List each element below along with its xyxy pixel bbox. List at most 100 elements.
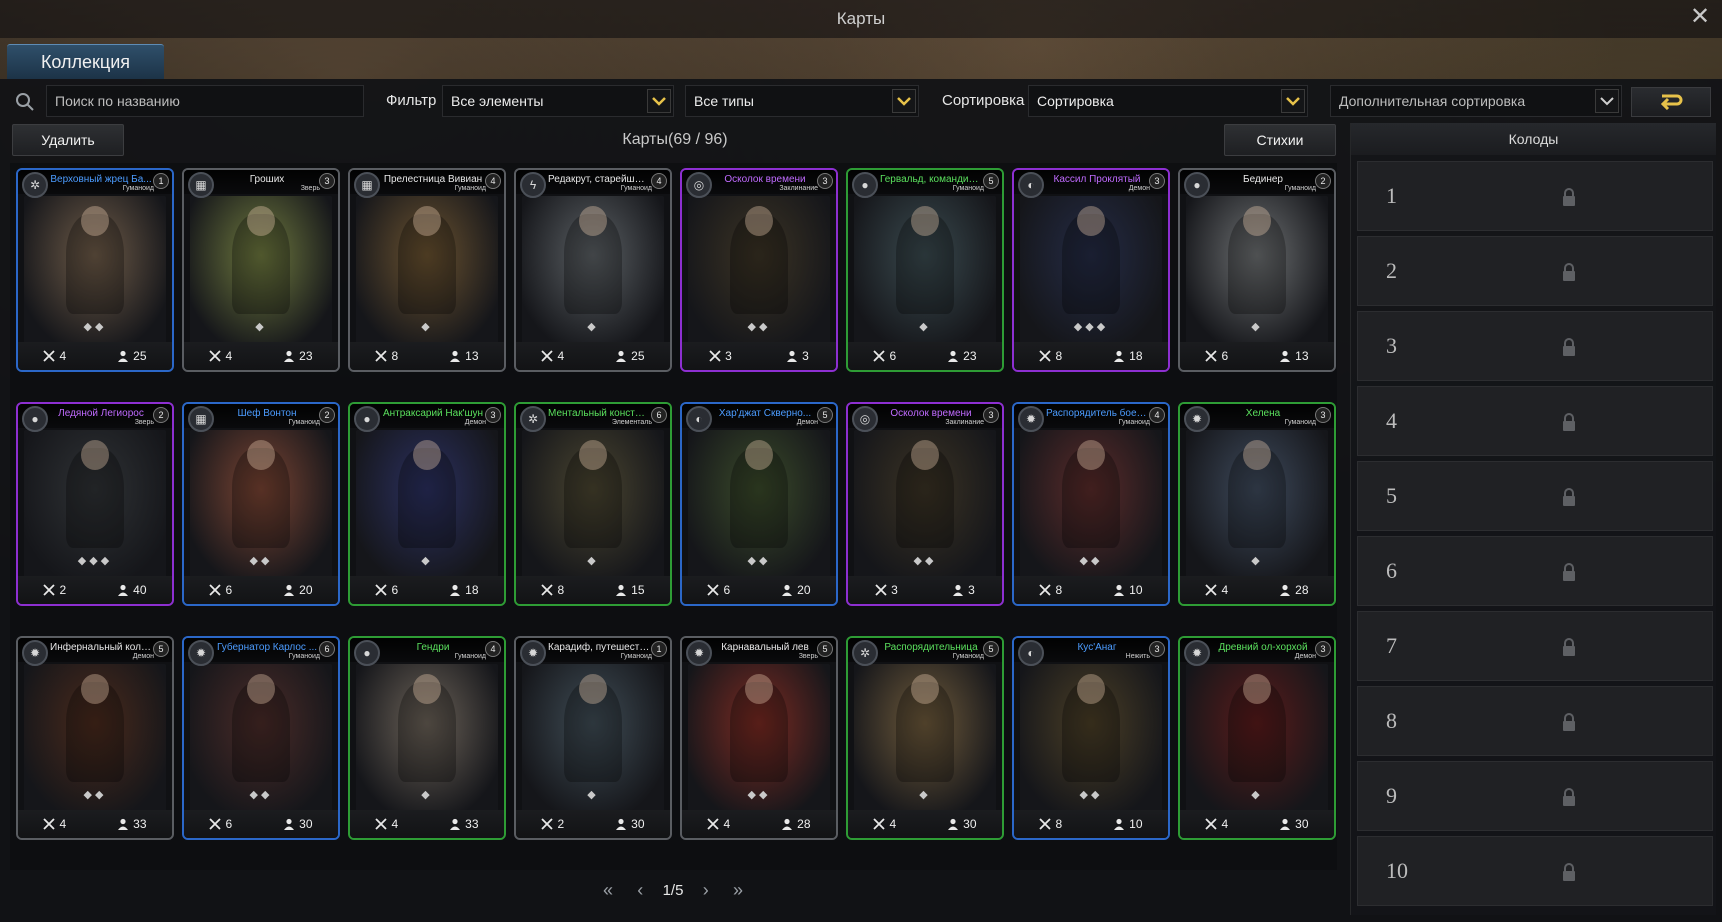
health-value: 25 <box>631 349 645 363</box>
deck-slot[interactable]: 4 <box>1357 386 1713 456</box>
swords-icon <box>709 350 721 362</box>
card[interactable]: ✲ Распорядительница Гуманоид 5 ◆ 4 30 <box>846 636 1004 840</box>
card-type: Гуманоид <box>288 653 320 660</box>
card[interactable]: ✲ Ментальный констру... Элементаль 6 ◆ 8… <box>514 402 672 606</box>
card[interactable]: ◐ Кус'Анаг Нежить 3 ◆◆ 8 10 <box>1012 636 1170 840</box>
element-filter-dropdown[interactable]: Все элементы <box>442 85 674 117</box>
deck-number: 3 <box>1386 333 1397 358</box>
swords-icon <box>43 818 56 830</box>
deck-slot[interactable]: 10 <box>1357 836 1713 906</box>
lock-icon <box>1561 787 1577 812</box>
card[interactable]: ● Гервальд, командир ... Гуманоид 5 ◆ 6 … <box>846 168 1004 372</box>
card[interactable]: ✹ Губернатор Карлос ... Гуманоид 6 ◆◆ 6 … <box>182 636 340 840</box>
person-icon <box>450 818 461 830</box>
deck-slot[interactable]: 7 <box>1357 611 1713 681</box>
card[interactable]: ✹ Распорядитель боев... Гуманоид 4 ◆◆ 8 … <box>1012 402 1170 606</box>
swords-icon <box>873 818 886 830</box>
deck-number: 1 <box>1386 183 1397 208</box>
deck-slot[interactable]: 3 <box>1357 311 1713 381</box>
card-figure-head <box>81 440 109 470</box>
element-icon: ▦ <box>188 406 214 432</box>
attack-stat: 8 <box>1039 349 1062 363</box>
card[interactable]: ✹ Древний ол-хорхой Демон 3 ◆ 4 30 <box>1178 636 1336 840</box>
search-input[interactable] <box>46 85 364 117</box>
card[interactable]: ◐ Хар'джат Скверно... Демон 5 ◆◆ 6 20 <box>680 402 838 606</box>
health-value: 30 <box>631 817 645 831</box>
card-type: Нежить <box>1125 653 1150 660</box>
health-stat: 30 <box>283 817 313 831</box>
first-page-button[interactable]: « <box>598 880 618 901</box>
card-stats: 8 10 <box>1014 810 1168 838</box>
person-icon <box>284 584 295 596</box>
card[interactable]: ▦ Прелестница Вивиан Гуманоид 4 ◆ 8 13 <box>348 168 506 372</box>
card[interactable]: ✹ Карнавальный лев Зверь 5 ◆◆ 4 28 <box>680 636 838 840</box>
deck-slot[interactable]: 1 <box>1357 161 1713 231</box>
element-icon: ϟ <box>520 172 546 198</box>
element-icon: ✹ <box>1018 406 1044 432</box>
next-page-button[interactable]: › <box>696 880 716 901</box>
health-stat: 20 <box>283 583 313 597</box>
deck-slot[interactable]: 6 <box>1357 536 1713 606</box>
elements-button[interactable]: Стихии <box>1224 124 1336 156</box>
card[interactable]: ◐ Кассил Проклятый Демон 3 ◆◆◆ 8 18 <box>1012 168 1170 372</box>
swords-icon <box>1205 584 1218 596</box>
element-icon: ● <box>354 640 380 666</box>
sort-dropdown[interactable]: Сортировка <box>1028 85 1308 117</box>
card-name: Шеф Вонтон <box>237 408 297 419</box>
card-type: Гуманоид <box>1118 419 1150 426</box>
type-filter-dropdown[interactable]: Все типы <box>685 85 919 117</box>
card[interactable]: ✹ Инфернальный коло... Демон 5 ◆◆ 4 33 <box>16 636 174 840</box>
health-value: 15 <box>631 583 645 597</box>
extra-sort-dropdown[interactable]: Дополнительная сортировка <box>1330 85 1622 117</box>
card[interactable]: ◎ Осколок времени Заклинание 3 ◆◆ 3 3 <box>680 168 838 372</box>
card-name: Верховный жрец Ба... <box>50 174 152 185</box>
lock-icon <box>1561 862 1577 887</box>
card-stats: 4 28 <box>682 810 836 838</box>
card[interactable]: ϟ Редакрут, старейшин... Гуманоид 4 ◆ 4 … <box>514 168 672 372</box>
tab-collection[interactable]: Коллекция <box>7 44 164 79</box>
card[interactable]: ✲ Верховный жрец Ба... Гуманоид 1 ◆◆ 4 2… <box>16 168 174 372</box>
attack-stat: 4 <box>1205 583 1228 597</box>
swords-icon <box>875 584 887 596</box>
card[interactable]: ◎ Осколок времени Заклинание 3 ◆◆ 3 3 <box>846 402 1004 606</box>
card[interactable]: ● Гендри Гуманоид 4 ◆ 4 33 <box>348 636 506 840</box>
person-icon <box>782 584 793 596</box>
health-value: 20 <box>797 583 811 597</box>
lock-icon <box>1561 187 1577 212</box>
attack-value: 4 <box>225 349 233 363</box>
card-type: Гуманоид <box>1284 419 1316 426</box>
card[interactable]: ▦ Гроших Зверь 3 ◆ 4 23 <box>182 168 340 372</box>
card-gems: ◆ <box>587 789 599 801</box>
deck-slot[interactable]: 5 <box>1357 461 1713 531</box>
last-page-button[interactable]: » <box>728 880 748 901</box>
card-stats: 8 15 <box>516 576 670 604</box>
deck-slot[interactable]: 2 <box>1357 236 1713 306</box>
card[interactable]: ● Антраксарий Нак'шун Демон 3 ◆ 6 18 <box>348 402 506 606</box>
delete-button[interactable]: Удалить <box>12 124 124 156</box>
attack-stat: 4 <box>541 349 564 363</box>
attack-value: 8 <box>1055 583 1063 597</box>
card-cost: 4 <box>485 173 501 189</box>
card[interactable]: ● Ледяной Легиорос Зверь 2 ◆◆◆ 2 40 <box>16 402 174 606</box>
element-icon: ● <box>22 406 48 432</box>
card-type: Гуманоид <box>620 185 652 192</box>
swords-icon <box>209 818 222 830</box>
card-cost: 3 <box>485 407 501 423</box>
card-cost: 4 <box>1149 407 1165 423</box>
chevron-down-icon <box>647 89 671 113</box>
card-name: Древний ол-хорхой <box>1218 642 1308 653</box>
card-name: Инфернальный коло... <box>50 642 152 653</box>
card[interactable]: ✹ Хелена Гуманоид 3 ◆ 4 28 <box>1178 402 1336 606</box>
deck-slot[interactable]: 9 <box>1357 761 1713 831</box>
card[interactable]: ✹ Карадиф, путешествен... Гуманоид 1 ◆ 2… <box>514 636 672 840</box>
prev-page-button[interactable]: ‹ <box>630 880 650 901</box>
apply-sort-button[interactable] <box>1631 87 1711 117</box>
page-indicator: 1/5 <box>662 881 684 899</box>
swords-icon <box>541 818 554 830</box>
deck-slot[interactable]: 8 <box>1357 686 1713 756</box>
close-icon[interactable]: ✕ <box>1688 5 1712 30</box>
card[interactable]: ● Бединер Гуманоид 2 ◆ 6 13 <box>1178 168 1336 372</box>
element-icon: ✹ <box>188 640 214 666</box>
card-figure-head <box>413 206 441 236</box>
card[interactable]: ▦ Шеф Вонтон Гуманоид 2 ◆◆ 6 20 <box>182 402 340 606</box>
